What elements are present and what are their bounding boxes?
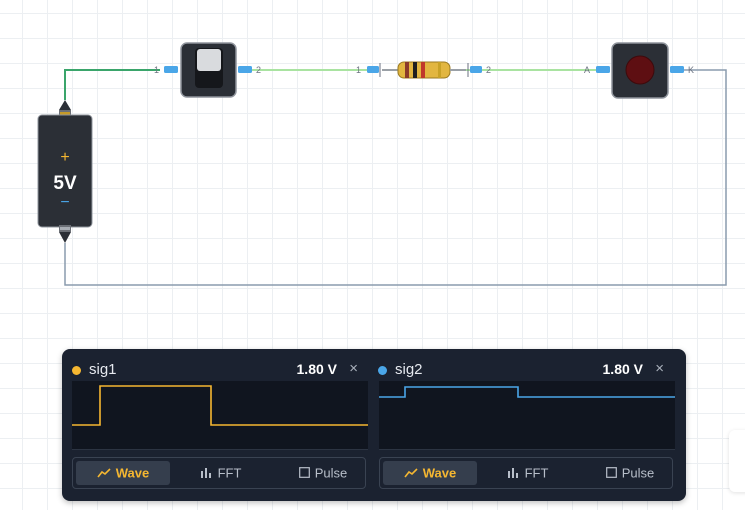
channel-color-dot-icon xyxy=(72,366,81,375)
tab-pulse-label: Pulse xyxy=(621,465,655,481)
oscilloscope-panel: sig1 1.80 V × Wave FFT Pulse sig2 1.80 V… xyxy=(62,349,686,501)
switch-pin2[interactable] xyxy=(238,66,252,73)
channel-value: 1.80 V xyxy=(296,361,337,377)
led-pin-anode[interactable] xyxy=(596,66,610,73)
waveform-plot xyxy=(379,381,675,450)
resistor-pin1-label: 1 xyxy=(356,65,361,75)
switch-pin2-label: 2 xyxy=(256,65,261,75)
toggle-switch-icon[interactable] xyxy=(195,48,223,88)
led-pin-cathode-label: K xyxy=(688,65,694,75)
corner-panel-edge[interactable] xyxy=(729,430,745,492)
channel-header: sig2 1.80 V × xyxy=(368,359,668,381)
resistor-component[interactable]: 1 2 xyxy=(356,61,491,79)
close-icon[interactable]: × xyxy=(349,360,358,377)
led-bulb-icon xyxy=(625,55,655,85)
switch-pin1-label: 1 xyxy=(154,65,159,75)
tab-wave-label: Wave xyxy=(115,465,150,481)
led-pin-anode-label: A xyxy=(584,65,590,75)
waveform-plot xyxy=(72,381,368,450)
battery-plus-symbol: + xyxy=(60,149,69,166)
battery-component[interactable]: + 5V − xyxy=(37,100,93,243)
view-mode-tabs: Wave FFT Pulse xyxy=(379,457,673,489)
close-icon[interactable]: × xyxy=(655,360,664,377)
tab-fft[interactable]: FFT xyxy=(492,461,564,485)
fft-bars-icon xyxy=(200,462,213,486)
tab-pulse[interactable]: Pulse xyxy=(283,461,363,485)
wire-battery-to-switch[interactable] xyxy=(64,69,160,100)
tab-fft-label: FFT xyxy=(524,465,549,481)
channel-value: 1.80 V xyxy=(602,361,643,377)
resistor-pin2-label: 2 xyxy=(486,65,491,75)
battery-minus-terminal-icon[interactable] xyxy=(59,232,71,243)
tab-wave-label: Wave xyxy=(422,465,457,481)
scope-channel-sig2: sig2 1.80 V × Wave FFT Pulse xyxy=(368,349,675,501)
channel-name: sig2 xyxy=(395,361,423,378)
tab-fft[interactable]: FFT xyxy=(185,461,257,485)
resistor-pin2[interactable] xyxy=(470,66,482,73)
waveform-trace xyxy=(72,385,368,426)
resistor-pin1[interactable] xyxy=(367,66,379,73)
fft-bars-icon xyxy=(507,462,520,486)
view-mode-tabs: Wave FFT Pulse xyxy=(72,457,366,489)
battery-minus-symbol: − xyxy=(60,194,69,211)
circuit-canvas[interactable]: 1 2 1 2 A K + 5V − xyxy=(0,0,745,345)
tab-wave[interactable]: Wave xyxy=(383,461,477,485)
waveform-trace xyxy=(379,386,675,398)
channel-header: sig1 1.80 V × xyxy=(62,359,362,381)
channel-name: sig1 xyxy=(89,361,117,378)
switch-component[interactable]: 1 2 xyxy=(154,42,261,98)
led-pin-cathode[interactable] xyxy=(670,66,684,73)
pulse-checkbox-icon xyxy=(605,462,617,486)
tab-pulse-label: Pulse xyxy=(314,465,348,481)
led-component[interactable]: A K xyxy=(584,42,694,99)
wire-led-to-battery[interactable] xyxy=(64,69,727,286)
tab-fft-label: FFT xyxy=(217,465,242,481)
battery-voltage-label: 5V xyxy=(53,173,77,194)
wave-icon xyxy=(404,462,418,486)
switch-pin1[interactable] xyxy=(164,66,178,73)
battery-plus-terminal-icon[interactable] xyxy=(59,100,71,110)
scope-channel-sig1: sig1 1.80 V × Wave FFT Pulse xyxy=(62,349,368,501)
tab-pulse[interactable]: Pulse xyxy=(590,461,670,485)
wave-icon xyxy=(97,462,111,486)
channel-color-dot-icon xyxy=(378,366,387,375)
pulse-checkbox-icon xyxy=(298,462,310,486)
tab-wave[interactable]: Wave xyxy=(76,461,170,485)
